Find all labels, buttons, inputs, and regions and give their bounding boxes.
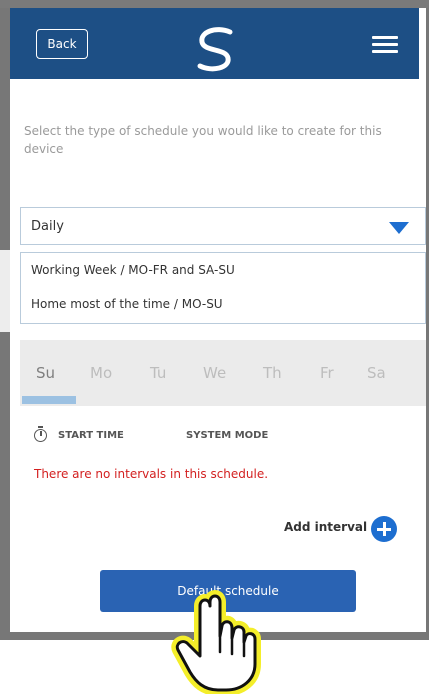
empty-intervals-message: There are no intervals in this schedule.	[34, 467, 269, 481]
tab-day-sa[interactable]: Sa	[367, 364, 386, 382]
caret-down-icon[interactable]	[389, 222, 409, 234]
brand-logo	[197, 27, 233, 72]
schedule-type-options: Working Week / MO-FR and SA-SU Home most…	[20, 252, 426, 324]
tab-day-su[interactable]: Su	[36, 364, 55, 382]
active-day-indicator	[22, 396, 76, 404]
schedule-option-working-week[interactable]: Working Week / MO-FR and SA-SU	[21, 253, 425, 287]
device-frame-top	[0, 0, 429, 8]
schedule-type-selected: Daily	[31, 218, 64, 234]
stopwatch-icon	[34, 426, 47, 442]
add-interval-plus-icon[interactable]	[371, 516, 397, 542]
tab-day-mo[interactable]: Mo	[90, 364, 112, 382]
schedule-option-home[interactable]: Home most of the time / MO-SU	[21, 287, 425, 321]
add-interval-label[interactable]: Add interval	[284, 520, 367, 534]
system-mode-header: SYSTEM MODE	[186, 430, 269, 441]
side-strip	[0, 250, 10, 332]
app-screen: Back Select the type of schedule you wou…	[0, 0, 429, 694]
app-header: Back	[0, 8, 419, 79]
tab-day-we[interactable]: We	[203, 364, 226, 382]
pointing-hand-icon	[171, 590, 261, 694]
start-time-header: START TIME	[58, 430, 124, 441]
day-tabs: Su Mo Tu We Th Fr Sa	[20, 340, 426, 406]
tab-day-th[interactable]: Th	[263, 364, 282, 382]
tab-day-fr[interactable]: Fr	[320, 364, 334, 382]
tab-day-tu[interactable]: Tu	[150, 364, 166, 382]
back-button[interactable]: Back	[36, 29, 88, 59]
schedule-type-select[interactable]: Daily	[20, 207, 426, 245]
hamburger-menu-icon[interactable]	[372, 36, 398, 54]
instruction-text: Select the type of schedule you would li…	[24, 124, 382, 156]
